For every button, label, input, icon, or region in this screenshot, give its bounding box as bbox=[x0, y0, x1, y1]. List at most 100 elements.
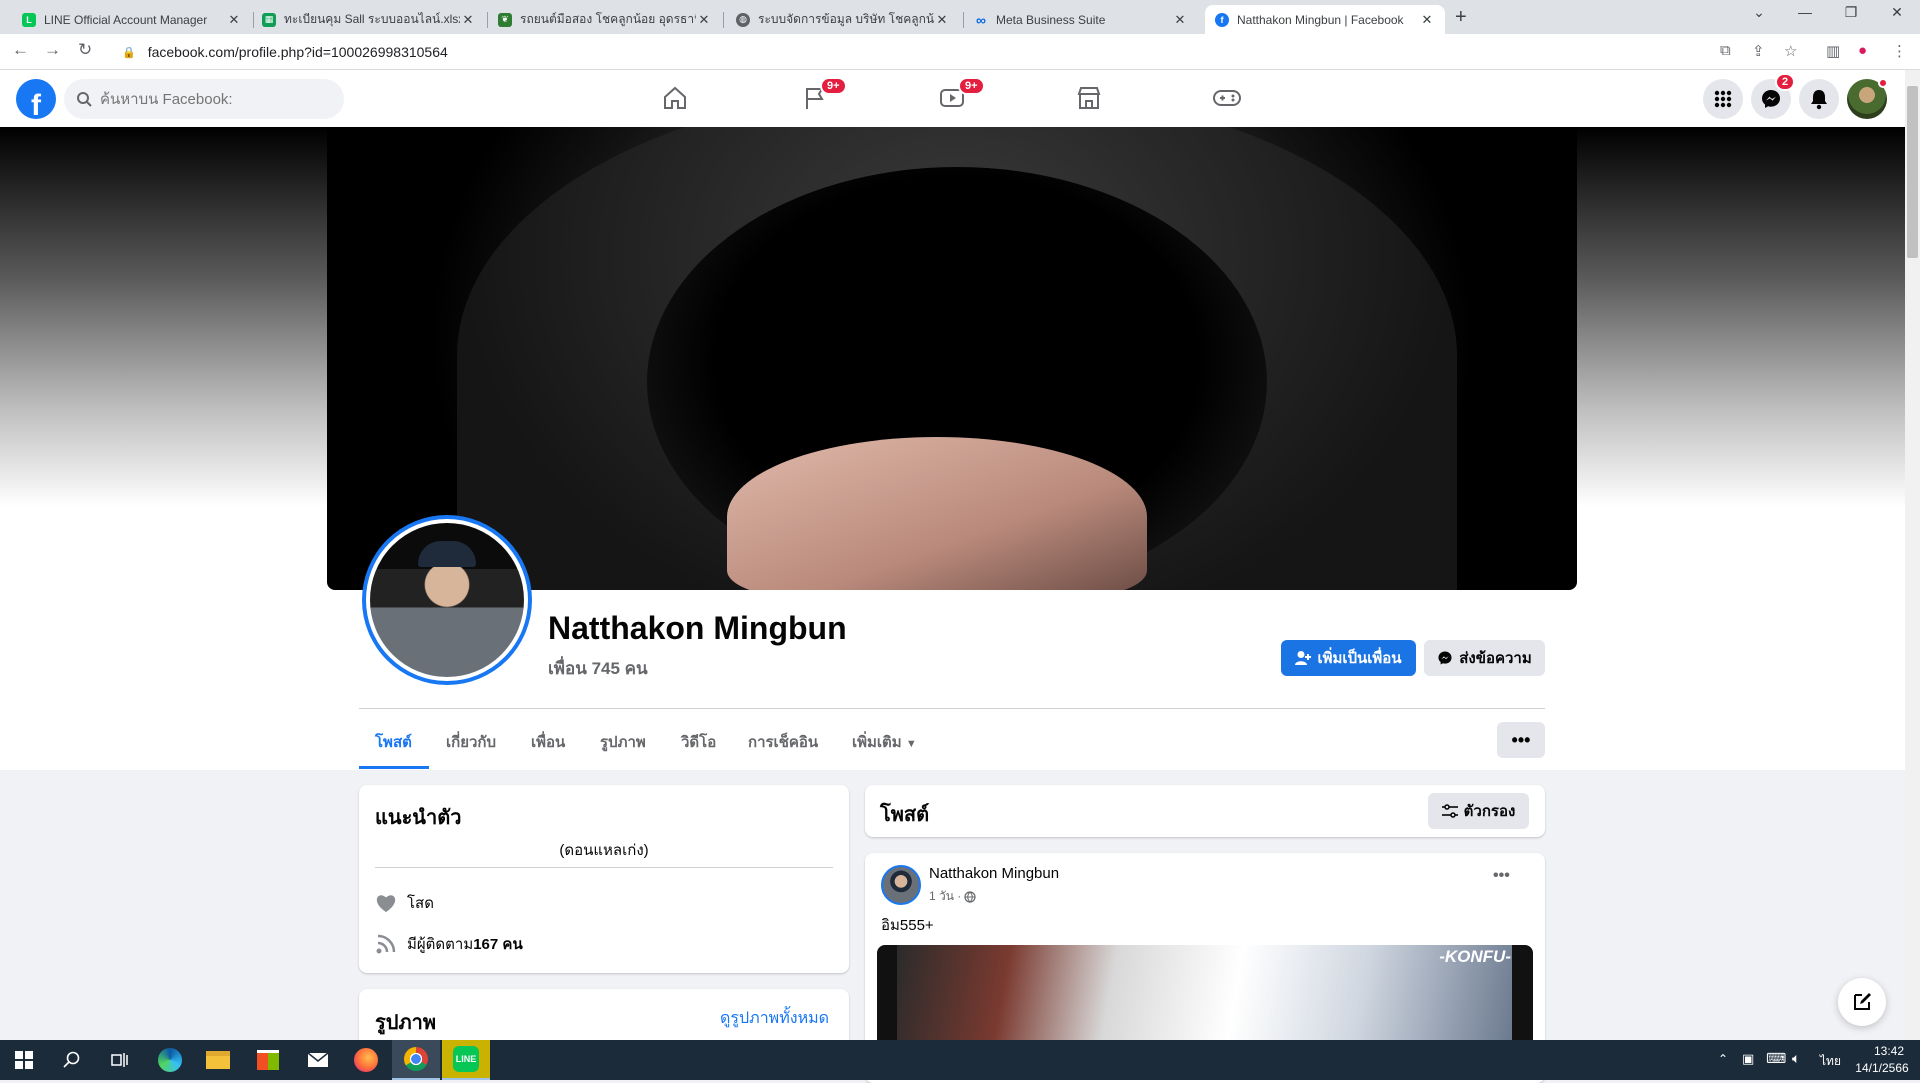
globe-public-icon bbox=[964, 890, 976, 903]
tab-posts[interactable]: โพสต์ bbox=[375, 730, 412, 754]
clock-time[interactable]: 13:42 bbox=[1864, 1044, 1914, 1058]
add-friend-button[interactable]: เพิ่มเป็นเพื่อน bbox=[1281, 640, 1416, 676]
lock-icon[interactable]: 🔒 bbox=[122, 46, 136, 59]
page-scrollbar-thumb[interactable] bbox=[1907, 86, 1918, 258]
profile-icon[interactable]: ● bbox=[1858, 42, 1867, 59]
friend-count[interactable]: เพื่อน 745 คน bbox=[548, 655, 648, 682]
browser-tab-system[interactable]: ◍ ระบบจัดการข้อมูล บริษัท โชคลูกน้อย ร ✕ bbox=[726, 5, 960, 34]
image-caption-text: -KONFU- bbox=[1439, 947, 1511, 966]
browser-tab-cars[interactable]: ❦ รถยนต์มือสอง โชคลูกน้อย อุดรธานี ✕ bbox=[488, 5, 722, 34]
followers-count[interactable]: 167 คน bbox=[473, 932, 522, 956]
marketplace-nav-icon[interactable] bbox=[1071, 80, 1107, 116]
pages-nav-icon[interactable]: 9+ bbox=[796, 77, 847, 116]
send-message-button[interactable]: ส่งข้อความ bbox=[1424, 640, 1545, 676]
tab-videos[interactable]: วิดีโอ bbox=[681, 730, 716, 754]
new-tab-icon[interactable]: + bbox=[1455, 6, 1467, 29]
messenger-icon[interactable]: 2 bbox=[1751, 73, 1796, 119]
profile-picture[interactable] bbox=[362, 515, 532, 685]
browser-toolbar: ← → ↻ 🔒 facebook.com/profile.php?id=1000… bbox=[0, 34, 1920, 70]
minimize-icon[interactable]: — bbox=[1790, 4, 1820, 20]
home-nav-icon[interactable] bbox=[657, 80, 693, 116]
followers-row: มีผู้ติดตาม 167 คน bbox=[375, 932, 523, 956]
compose-icon bbox=[1854, 993, 1871, 1010]
post-image-content bbox=[897, 945, 1512, 1040]
edge-icon[interactable] bbox=[146, 1040, 194, 1080]
caret-down-icon: ▼ bbox=[905, 738, 917, 750]
tray-device-icon[interactable]: ▣ bbox=[1742, 1051, 1754, 1067]
firefox-icon[interactable] bbox=[342, 1040, 390, 1080]
menu-grid-icon[interactable] bbox=[1703, 79, 1743, 119]
share-icon[interactable]: ⇪ bbox=[1752, 42, 1765, 60]
bookmark-star-icon[interactable]: ☆ bbox=[1784, 42, 1797, 60]
network-icon[interactable]: ⌨ bbox=[1766, 1050, 1786, 1067]
tab-more-label: เพิ่มเติม bbox=[852, 734, 902, 751]
side-panel-icon[interactable]: ▥ bbox=[1826, 42, 1840, 60]
new-message-button[interactable] bbox=[1838, 978, 1886, 1026]
address-bar[interactable]: 🔒 facebook.com/profile.php?id=1000269983… bbox=[110, 38, 1780, 66]
browser-tab-line[interactable]: L LINE Official Account Manager ✕ bbox=[12, 5, 252, 34]
tab-about[interactable]: เกี่ยวกับ bbox=[446, 730, 496, 754]
chrome-menu-icon[interactable]: ⋮ bbox=[1892, 42, 1907, 60]
close-tab-icon[interactable]: ✕ bbox=[1172, 12, 1188, 28]
post-author-name[interactable]: Natthakon Mingbun bbox=[929, 865, 1059, 882]
tab-title: ทะเบียนคุม Sall ระบบออนไลน์.xlsx - G bbox=[284, 12, 460, 26]
post-time[interactable]: 1 วัน · bbox=[929, 887, 961, 906]
tab-title: ระบบจัดการข้อมูล บริษัท โชคลูกน้อย ร bbox=[758, 12, 934, 26]
reload-icon[interactable]: ↻ bbox=[78, 40, 92, 60]
browser-tab-sheets[interactable]: ▦ ทะเบียนคุม Sall ระบบออนไลน์.xlsx - G ✕ bbox=[252, 5, 486, 34]
cover-photo[interactable] bbox=[327, 127, 1577, 590]
forward-icon[interactable]: → bbox=[44, 40, 61, 60]
translate-icon[interactable]: ⧉ bbox=[1720, 42, 1731, 59]
send-message-label: ส่งข้อความ bbox=[1459, 650, 1532, 667]
tab-checkins[interactable]: การเช็คอิน bbox=[748, 730, 818, 754]
tab-friends[interactable]: เพื่อน bbox=[531, 730, 565, 754]
facebook-logo-icon[interactable]: f bbox=[16, 79, 56, 119]
gaming-nav-icon[interactable] bbox=[1209, 80, 1245, 116]
facebook-search[interactable] bbox=[64, 79, 344, 119]
close-window-icon[interactable]: ✕ bbox=[1882, 4, 1912, 21]
chrome-taskbar-icon[interactable] bbox=[392, 1040, 440, 1080]
intro-title: แนะนำตัว bbox=[375, 807, 462, 829]
tab-more[interactable]: เพิ่มเติม ▼ bbox=[852, 730, 917, 754]
browser-tab-meta[interactable]: ∞ Meta Business Suite ✕ bbox=[964, 5, 1198, 34]
post-author-avatar[interactable] bbox=[881, 865, 921, 905]
more-options-button[interactable]: ••• bbox=[1497, 722, 1545, 758]
close-tab-icon[interactable]: ✕ bbox=[226, 12, 242, 28]
leaf-icon: ❦ bbox=[498, 12, 512, 27]
watch-nav-icon[interactable]: 9+ bbox=[934, 77, 985, 116]
browser-tab-facebook[interactable]: f Natthakon Mingbun | Facebook ✕ bbox=[1205, 5, 1445, 34]
notifications-bell-icon[interactable] bbox=[1799, 79, 1839, 119]
taskbar-search-icon[interactable] bbox=[48, 1040, 96, 1080]
tab-title: Meta Business Suite bbox=[996, 12, 1106, 27]
store-icon[interactable] bbox=[244, 1040, 292, 1080]
volume-icon[interactable]: 🔈︎ bbox=[1792, 1050, 1800, 1067]
task-view-icon[interactable] bbox=[96, 1040, 144, 1080]
close-tab-icon[interactable]: ✕ bbox=[696, 12, 712, 28]
post-options-icon[interactable]: ••• bbox=[1493, 867, 1510, 885]
search-input[interactable] bbox=[100, 90, 320, 108]
see-all-photos-link[interactable]: ดูรูปภาพทั้งหมด bbox=[720, 1006, 829, 1031]
file-explorer-icon[interactable] bbox=[194, 1040, 242, 1080]
tab-photos[interactable]: รูปภาพ bbox=[600, 730, 646, 754]
windows-start-icon[interactable] bbox=[0, 1040, 48, 1080]
line-taskbar-icon[interactable]: LINE bbox=[442, 1040, 490, 1080]
show-hidden-icons[interactable]: ⌃ bbox=[1718, 1052, 1728, 1066]
account-avatar[interactable] bbox=[1847, 78, 1888, 119]
filter-button[interactable]: ตัวกรอง bbox=[1428, 793, 1529, 829]
followers-label: มีผู้ติดตาม bbox=[407, 936, 474, 953]
close-tab-icon[interactable]: ✕ bbox=[460, 12, 476, 28]
tab-search-icon[interactable]: ⌄ bbox=[1744, 4, 1774, 21]
profile-header-background bbox=[0, 590, 1905, 770]
mail-icon[interactable] bbox=[294, 1040, 342, 1080]
posts-title: โพสต์ bbox=[880, 804, 930, 826]
pages-badge: 9+ bbox=[820, 77, 847, 95]
post-image[interactable]: -KONFU- bbox=[877, 945, 1533, 1040]
close-tab-icon[interactable]: ✕ bbox=[934, 12, 950, 28]
relationship-status: โสด bbox=[407, 895, 434, 912]
active-tab-indicator bbox=[359, 766, 429, 769]
clock-date[interactable]: 14/1/2566 bbox=[1850, 1061, 1914, 1075]
close-tab-icon[interactable]: ✕ bbox=[1419, 12, 1435, 28]
back-icon[interactable]: ← bbox=[12, 40, 29, 60]
input-language[interactable]: ไทย bbox=[1820, 1052, 1841, 1071]
restore-icon[interactable]: ❐ bbox=[1836, 4, 1866, 21]
